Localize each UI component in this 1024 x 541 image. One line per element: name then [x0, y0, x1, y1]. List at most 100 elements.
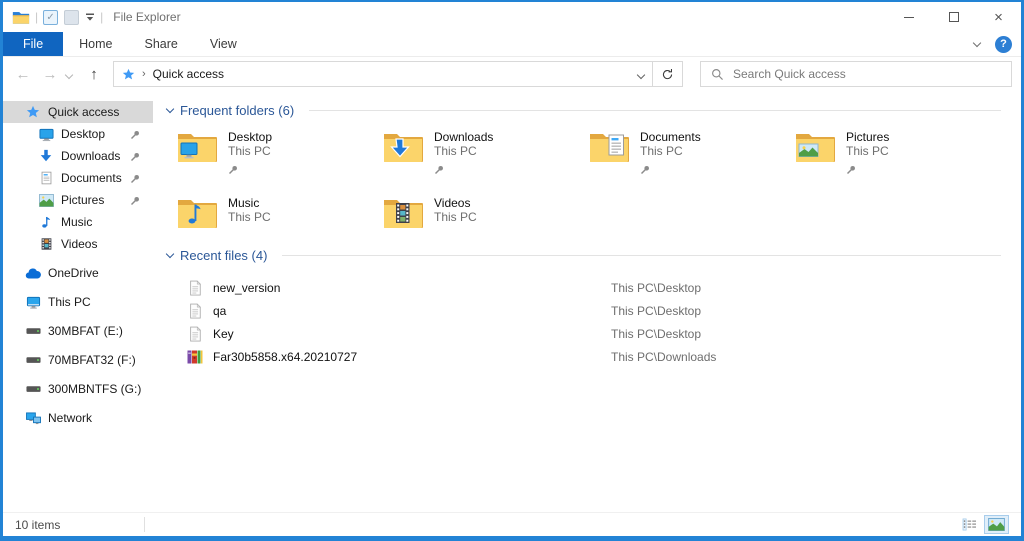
- file-name: Far30b5858.x64.20210727: [213, 349, 358, 364]
- sidebar-item-pictures[interactable]: Pictures: [3, 189, 153, 211]
- back-button[interactable]: ←: [12, 66, 34, 83]
- breadcrumb-location[interactable]: Quick access: [153, 67, 224, 81]
- sidebar-item-music[interactable]: Music: [3, 211, 153, 233]
- document-page-icon: [38, 171, 54, 185]
- qat-checkbox-icon[interactable]: ✓: [43, 9, 59, 25]
- sidebar-item-desktop[interactable]: Desktop: [3, 123, 153, 145]
- sidebar-item-300mbntfs-g[interactable]: 300MBNTFS (G:): [3, 378, 153, 400]
- quick-access-star-icon: [25, 105, 41, 119]
- text-file-icon: [186, 279, 203, 296]
- file-row-far30b5858-x64-20210727[interactable]: Far30b5858.x64.20210727 This PC\Downloads: [186, 345, 1001, 368]
- explorer-folder-icon: [12, 10, 30, 25]
- expand-ribbon-chevron-icon[interactable]: [972, 38, 982, 47]
- file-row-new-version[interactable]: new_version This PC\Desktop: [186, 276, 1001, 299]
- details-view-icon[interactable]: [958, 515, 981, 534]
- sidebar-item-label: Videos: [61, 237, 98, 251]
- tab-home[interactable]: Home: [63, 32, 128, 56]
- pin-icon: [130, 195, 140, 209]
- recent-files-header[interactable]: Recent files (4): [165, 248, 1001, 263]
- forward-button[interactable]: →: [39, 66, 61, 83]
- qat-customize-icon[interactable]: [85, 13, 95, 21]
- thumbnails-view-icon[interactable]: [984, 515, 1009, 534]
- folder-tile-downloads[interactable]: Downloads This PC: [383, 130, 589, 180]
- tile-name: Documents: [640, 130, 701, 144]
- frequent-folders-header[interactable]: Frequent folders (6): [165, 103, 1001, 118]
- content-pane: Frequent folders (6) Desktop This PC Downl…: [153, 91, 1021, 512]
- file-explorer-window: | ✓ | File Explorer × File Home Share View …: [0, 0, 1024, 541]
- sidebar-item-videos[interactable]: Videos: [3, 233, 153, 255]
- divider: |: [100, 10, 104, 24]
- folder-tile-pictures[interactable]: Pictures This PC: [795, 130, 1001, 180]
- minimize-icon: [903, 16, 914, 18]
- network-computers-icon: [25, 411, 41, 425]
- sidebar-item-70mbfat32-f[interactable]: 70MBFAT32 (F:): [3, 349, 153, 371]
- address-dropdown-chevron-icon[interactable]: [636, 65, 646, 83]
- tile-name: Pictures: [846, 130, 890, 144]
- file-name: Key: [213, 326, 234, 341]
- tile-text: Pictures This PC: [846, 130, 889, 180]
- pin-icon: [434, 162, 493, 180]
- ribbon-right-controls: ?: [972, 32, 1021, 56]
- search-icon: [711, 68, 724, 81]
- address-bar-group: › Quick access: [113, 61, 683, 87]
- sidebar-item-label: Downloads: [61, 149, 121, 163]
- close-button[interactable]: ×: [976, 2, 1021, 32]
- pin-icon: [846, 162, 889, 180]
- recent-files-list: new_version This PC\Desktop qa This PC\Desk…: [186, 276, 1001, 368]
- sidebar-item-network[interactable]: Network: [3, 407, 153, 429]
- tile-location: This PC: [846, 144, 889, 158]
- sidebar-item-30mbfat-e[interactable]: 30MBFAT (E:): [3, 320, 153, 342]
- close-icon: ×: [994, 8, 1003, 26]
- qat-newfolder-icon[interactable]: [64, 9, 80, 25]
- folder-desktop-icon: [177, 130, 217, 162]
- collapse-section-chevron-icon: [165, 104, 175, 114]
- help-icon[interactable]: ?: [995, 35, 1012, 53]
- search-box[interactable]: [700, 61, 1012, 87]
- tile-name: Downloads: [434, 130, 494, 144]
- sidebar-item-label: 70MBFAT32 (F:): [48, 353, 136, 367]
- sidebar-item-quick-access[interactable]: Quick access: [3, 101, 153, 123]
- sidebar-item-label: Desktop: [61, 127, 106, 141]
- file-row-key[interactable]: Key This PC\Desktop: [186, 322, 1001, 345]
- sidebar-item-documents[interactable]: Documents: [3, 167, 153, 189]
- hard-drive-icon: [25, 385, 41, 393]
- tab-view[interactable]: View: [194, 32, 253, 56]
- sidebar-item-onedrive[interactable]: OneDrive: [3, 262, 153, 284]
- tile-text: Desktop This PC: [228, 130, 272, 180]
- address-bar[interactable]: › Quick access: [113, 61, 653, 87]
- folder-tile-videos[interactable]: Videos This PC: [383, 196, 589, 228]
- tile-text: Documents This PC: [640, 130, 701, 180]
- recent-locations-chevron-icon[interactable]: [64, 65, 78, 83]
- tile-name: Desktop: [228, 130, 273, 144]
- folder-tile-documents[interactable]: Documents This PC: [589, 130, 795, 180]
- folder-tile-desktop[interactable]: Desktop This PC: [177, 130, 383, 180]
- refresh-button[interactable]: [653, 61, 683, 87]
- file-path: This PC\Desktop: [611, 326, 702, 341]
- item-count: 10 items: [15, 517, 61, 532]
- download-arrow-icon: [38, 149, 54, 163]
- section-title: Frequent folders (6): [180, 103, 295, 118]
- folder-music-icon: [177, 196, 217, 228]
- tile-location: This PC: [228, 210, 271, 224]
- picture-photo-icon: [38, 193, 54, 207]
- sidebar-item-this-pc[interactable]: This PC: [3, 291, 153, 313]
- maximize-button[interactable]: [931, 2, 976, 32]
- breadcrumb-chevron-icon[interactable]: ›: [142, 68, 146, 80]
- tab-file[interactable]: File: [3, 32, 64, 56]
- up-button[interactable]: ↑: [83, 66, 105, 83]
- tile-name: Music: [228, 196, 260, 210]
- window-title: File Explorer: [113, 10, 181, 24]
- search-input[interactable]: [733, 67, 1001, 81]
- sidebar-item-downloads[interactable]: Downloads: [3, 145, 153, 167]
- file-name: qa: [213, 303, 227, 318]
- sidebar-item-label: Music: [61, 215, 93, 229]
- file-row-qa[interactable]: qa This PC\Desktop: [186, 299, 1001, 322]
- folder-tile-music[interactable]: Music This PC: [177, 196, 383, 228]
- status-bar: 10 items: [3, 512, 1021, 536]
- frequent-folders-grid: Desktop This PC Downloads This PC Documents T…: [177, 130, 1001, 228]
- text-file-icon: [186, 302, 203, 319]
- minimize-button[interactable]: [886, 2, 931, 32]
- tab-share[interactable]: Share: [129, 32, 194, 56]
- quick-access-star-icon: [122, 68, 135, 81]
- file-path: This PC\Downloads: [611, 349, 717, 364]
